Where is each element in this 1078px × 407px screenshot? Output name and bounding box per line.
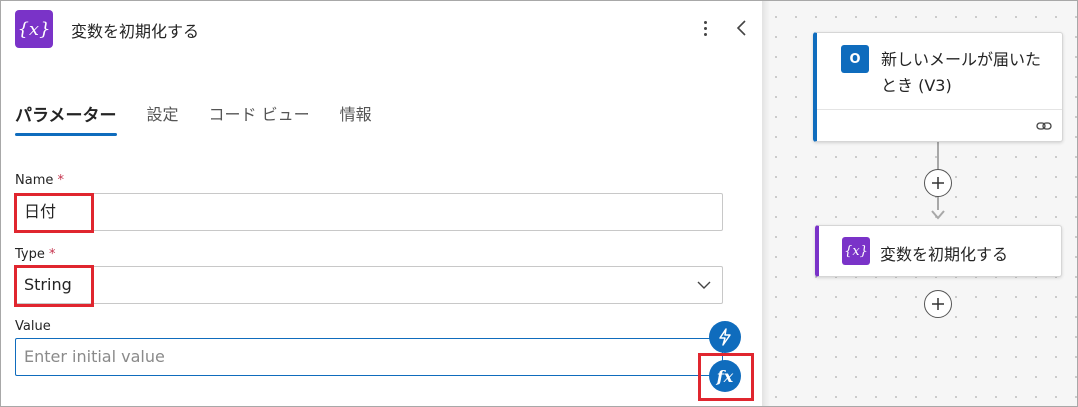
chevron-left-icon[interactable]	[733, 15, 751, 41]
value-field-label: Value	[15, 319, 51, 334]
add-step-button-2[interactable]	[924, 290, 952, 318]
name-field-label: Name *	[15, 173, 64, 188]
name-required-mark: *	[57, 173, 65, 188]
tab-code-view[interactable]: コード ビュー	[209, 99, 310, 139]
plus-icon	[932, 298, 944, 310]
connector-line-bottom	[937, 196, 939, 210]
more-vertical-icon[interactable]	[698, 15, 712, 41]
fx-highlight-box	[698, 353, 754, 401]
type-label-text: Type	[15, 247, 45, 262]
outlook-icon: O	[841, 45, 869, 73]
tab-parameters[interactable]: パラメーター	[15, 99, 117, 139]
trigger-card-title: 新しいメールが届いたとき (V3)	[881, 50, 1042, 95]
panel-title: 変数を初期化する	[71, 22, 200, 41]
link-icon[interactable]	[1036, 119, 1052, 133]
name-highlight-box	[14, 193, 94, 233]
tab-settings[interactable]: 設定	[147, 99, 179, 139]
value-label-text: Value	[15, 319, 51, 334]
card-divider	[817, 109, 1062, 110]
arrow-down-icon	[931, 210, 945, 220]
trigger-card[interactable]: O 新しいメールが届いたとき (V3)	[813, 32, 1063, 142]
type-required-mark: *	[49, 247, 56, 262]
name-label-text: Name	[15, 173, 54, 188]
name-input[interactable]: 日付	[15, 193, 723, 231]
dynamic-content-button[interactable]	[709, 321, 741, 353]
variable-icon: {x}	[15, 10, 53, 48]
value-input[interactable]: Enter initial value	[15, 338, 723, 376]
tab-bar: パラメーター 設定 コード ビュー 情報	[15, 99, 402, 139]
type-select[interactable]: String	[15, 266, 723, 304]
value-input-placeholder: Enter initial value	[24, 347, 165, 366]
lightning-icon	[719, 328, 731, 346]
type-highlight-box	[14, 265, 94, 307]
panel-shadow	[762, 1, 770, 406]
plus-icon	[932, 177, 944, 189]
type-field-label: Type *	[15, 247, 56, 262]
add-step-button-1[interactable]	[924, 169, 952, 197]
connector-line-top	[937, 142, 939, 172]
action-card-title: 変数を初期化する	[880, 245, 1009, 264]
variable-icon-small: {x}	[842, 237, 870, 265]
action-config-panel: {x} 変数を初期化する パラメーター 設定 コード ビュー 情報 Name *…	[1, 1, 762, 406]
tab-info[interactable]: 情報	[340, 99, 372, 139]
chevron-down-icon	[697, 281, 711, 289]
action-card[interactable]: {x} 変数を初期化する	[815, 225, 1062, 277]
